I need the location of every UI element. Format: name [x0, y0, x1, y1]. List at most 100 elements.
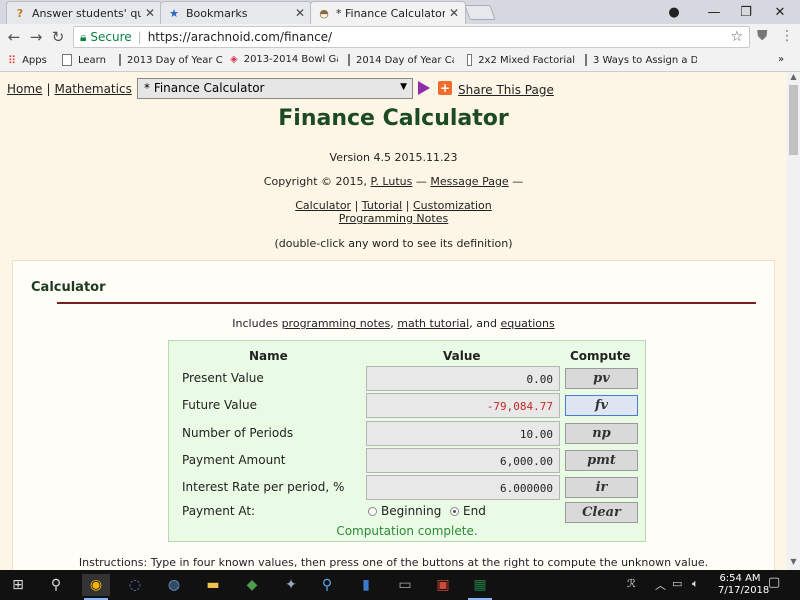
windows-start-icon[interactable]: ⊞ — [4, 574, 32, 596]
play-icon[interactable] — [418, 81, 430, 95]
notification-icon[interactable]: ▢ — [768, 575, 780, 590]
number-of-periods-label: Number of Periods — [182, 426, 294, 440]
bookmark-2x2-mixed-factorial[interactable]: 2x2 Mixed Factorial — [467, 54, 575, 66]
chevron-down-icon: ▼ — [400, 82, 407, 92]
app-icon-5[interactable]: ◆ — [238, 574, 266, 596]
forward-icon[interactable]: → — [26, 27, 46, 47]
comma-text: , — [390, 317, 394, 330]
compute-fv-button[interactable]: fv — [565, 395, 638, 416]
bookmark-star-icon[interactable]: ☆ — [730, 29, 743, 45]
magnifier-app-icon[interactable]: ⚲ — [313, 574, 341, 596]
file-explorer-icon[interactable]: ▬ — [199, 574, 227, 596]
interest-rate-field[interactable]: 6.000000 — [366, 475, 560, 500]
share-this-page-link[interactable]: Share This Page — [458, 83, 554, 97]
home-link[interactable]: Home — [7, 82, 42, 96]
profile-icon[interactable]: ● — [654, 0, 694, 24]
app-icon-8[interactable]: ▮ — [352, 574, 380, 596]
radio-end[interactable]: End — [450, 504, 486, 518]
programming-notes-inline-link[interactable]: programming notes — [282, 317, 391, 330]
payment-amount-field[interactable]: 6,000.00 — [366, 448, 560, 473]
scroll-down-icon[interactable]: ▼ — [787, 557, 800, 569]
equations-link[interactable]: equations — [500, 317, 554, 330]
bookmark-learn[interactable]: Learn — [62, 54, 106, 66]
compute-np-button[interactable]: np — [565, 423, 638, 444]
compute-pv-button[interactable]: pv — [565, 368, 638, 389]
radio-button-selected-icon — [450, 506, 459, 516]
menu-icon[interactable]: ⋮ — [780, 28, 794, 44]
new-tab-button[interactable] — [464, 5, 496, 20]
volume-icon[interactable]: 🔈︎ — [692, 577, 699, 591]
address-bar[interactable]: 🔒︎ Secure | https://arachnoid.com/financ… — [73, 26, 750, 48]
clock-time: 6:54 AM — [719, 573, 761, 584]
page-icon — [119, 54, 121, 66]
share-plus-icon[interactable]: + — [438, 81, 452, 95]
back-icon[interactable]: ← — [4, 27, 24, 47]
interest-rate-label: Interest Rate per period, % — [182, 480, 345, 494]
reload-icon[interactable]: ↻ — [48, 27, 68, 47]
bookmark-label: 2014 Day of Year Ca — [356, 54, 454, 66]
message-page-link[interactable]: Message Page — [430, 175, 508, 188]
bookmarks-bar: ⠿ Apps Learn 2013 Day of Year Ca ◈ 2013-… — [0, 51, 800, 72]
answer-icon: ? — [16, 6, 24, 20]
app-icon-2[interactable]: ◌ — [121, 574, 149, 596]
extension-shield-icon[interactable]: ⛊ — [757, 28, 768, 44]
close-icon[interactable]: ✕ — [449, 6, 459, 20]
tab-answer-students[interactable]: ? Answer students' questio ✕ — [6, 1, 162, 24]
calculator-link[interactable]: Calculator — [295, 199, 351, 212]
customization-link[interactable]: Customization — [413, 199, 492, 212]
system-clock[interactable]: 6:54 AM 7/17/2018 — [718, 573, 769, 597]
close-window-button[interactable]: ✕ — [760, 0, 800, 24]
link-divider: | — [405, 199, 410, 212]
tab-bookmarks[interactable]: ★ Bookmarks ✕ — [160, 1, 312, 24]
present-value-label: Present Value — [182, 371, 264, 385]
excel-icon[interactable]: ▦ — [466, 574, 494, 600]
battery-icon[interactable]: ▭ — [672, 577, 682, 590]
math-tutorial-link[interactable]: math tutorial — [397, 317, 469, 330]
page-select-dropdown[interactable]: * Finance Calculator ▼ — [137, 78, 413, 99]
present-value-field[interactable]: 0.00 — [366, 366, 560, 391]
close-icon[interactable]: ✕ — [145, 6, 155, 20]
compute-ir-button[interactable]: ir — [565, 477, 638, 498]
close-icon[interactable]: ✕ — [295, 6, 305, 20]
number-of-periods-field[interactable]: 10.00 — [366, 421, 560, 446]
includes-text: Includes — [232, 317, 279, 330]
browser-toolbar: ← → ↻ 🔒︎ Secure | https://arachnoid.com/… — [0, 24, 800, 51]
bookmark-2013-2014-bowl[interactable]: ◈ 2013-2014 Bowl Gam — [230, 54, 338, 65]
lock-icon: 🔒︎ — [80, 29, 87, 44]
people-icon[interactable]: ℛ — [627, 577, 636, 590]
clear-button[interactable]: Clear — [565, 502, 638, 523]
page-icon — [585, 54, 587, 66]
mathematics-link[interactable]: Mathematics — [54, 82, 131, 96]
page-icon — [348, 54, 350, 66]
future-value-field[interactable]: -79,084.77 — [366, 393, 560, 418]
more-bookmarks-icon[interactable]: » — [778, 54, 784, 65]
chrome-icon[interactable]: ◉ — [82, 574, 110, 600]
radio-beginning[interactable]: Beginning — [368, 504, 441, 518]
bookmark-label: 3 Ways to Assign a D — [593, 54, 697, 66]
bookmark-label: 2x2 Mixed Factorial — [478, 54, 575, 66]
tab-finance-calculator[interactable]: ◓ * Finance Calculator ✕ — [310, 1, 466, 24]
bookmark-3-ways-to-assign[interactable]: 3 Ways to Assign a D — [585, 54, 697, 66]
app-icon-10[interactable]: ▣ — [429, 574, 457, 596]
page-content: Home | Mathematics | * Finance Calculato… — [0, 72, 787, 570]
compute-pmt-button[interactable]: pmt — [565, 450, 638, 471]
page-title: Finance Calculator — [278, 106, 509, 131]
bookmark-2014-day-of-year[interactable]: 2014 Day of Year Ca — [348, 54, 454, 66]
bookmark-label: 2013 Day of Year Ca — [127, 54, 223, 66]
instructions-text: Instructions: Type in four known values,… — [78, 556, 709, 569]
definition-hint: (double-click any word to see its defini… — [274, 237, 513, 250]
url-text: https://arachnoid.com/finance/ — [147, 30, 333, 44]
terminal-icon[interactable]: ▭ — [391, 574, 419, 596]
app-icon-3[interactable]: ◍ — [160, 574, 188, 596]
app-icon-6[interactable]: ✦ — [277, 574, 305, 596]
scrollbar-thumb[interactable] — [789, 85, 798, 155]
tutorial-link[interactable]: Tutorial — [362, 199, 402, 212]
secure-label: Secure — [90, 30, 132, 44]
scroll-up-icon[interactable]: ▲ — [787, 72, 800, 84]
search-icon[interactable]: ⚲ — [42, 574, 70, 596]
author-link[interactable]: P. Lutus — [371, 175, 413, 188]
bookmark-2013-day-of-year[interactable]: 2013 Day of Year Ca — [119, 54, 223, 66]
bookmark-apps[interactable]: ⠿ Apps — [8, 54, 47, 67]
tray-chevron-icon[interactable]: ︿ — [655, 577, 666, 593]
programming-notes-link[interactable]: Programming Notes — [339, 212, 448, 225]
